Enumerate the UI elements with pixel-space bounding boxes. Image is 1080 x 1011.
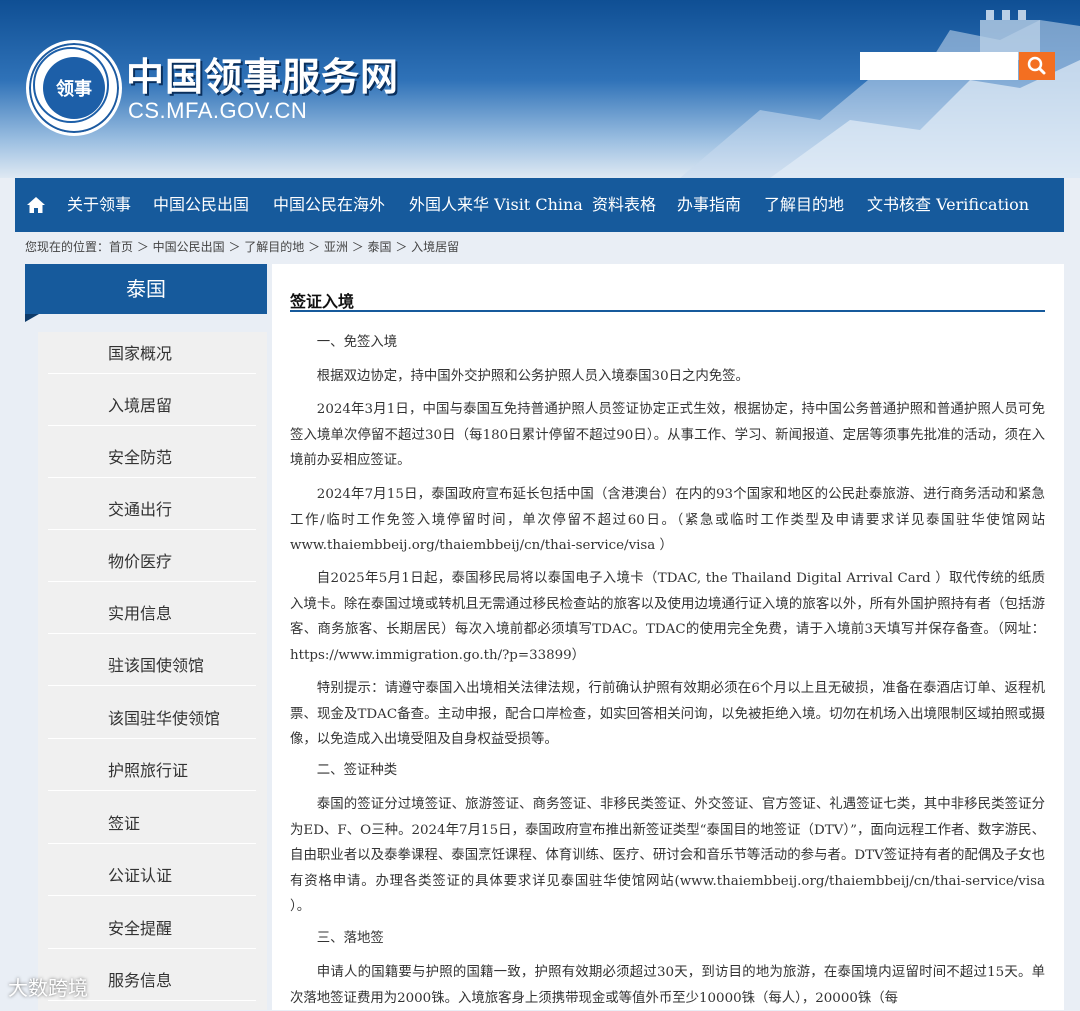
sidebar-item-prices-medical[interactable]: 物价医疗 [48,542,256,582]
great-wall-image [680,10,1080,178]
nav-item-destinations[interactable]: 了解目的地 [764,178,844,232]
paragraph: 2024年7月15日，泰国政府宣布延长包括中国（含港澳台）在内的93个国家和地区… [290,487,1045,553]
sidebar-item-embassy-in-country[interactable]: 驻该国使领馆 [48,646,256,686]
search-input[interactable] [860,52,1018,80]
sidebar-item-safety-alerts[interactable]: 安全提醒 [48,909,256,949]
sidebar-item-safety[interactable]: 安全防范 [48,438,256,478]
sidebar-item-embassy-in-china[interactable]: 该国驻华使领馆 [48,699,256,739]
paragraph: 特别提示：请遵守泰国入出境相关法律法规，行前确认护照有效期必须在6个月以上且无破… [290,681,1045,747]
nav-item-citizens-abroad-going[interactable]: 中国公民出国 [153,178,249,232]
site-title[interactable]: 中国领事服务网 [126,46,399,101]
home-icon[interactable] [27,197,45,213]
sidebar-item-useful-info[interactable]: 实用信息 [48,594,256,634]
section-heading: 一、免签入境 [316,335,398,350]
paragraph: 2024年3月1日，中国与泰国互免持普通护照人员签证协定正式生效，根据协定，持中… [290,402,1045,468]
nav-item-guide[interactable]: 办事指南 [677,178,741,232]
site-header: 领事 中国领事服务网 CS.MFA.GOV.CN [0,0,1080,178]
seal-text: 领事 [56,79,92,100]
consular-affairs-seal-logo[interactable]: 领事 [26,40,122,136]
paragraph: 根据双边协定，持中国外交护照和公务护照人员入境泰国30日之内免签。 [316,369,749,384]
nav-item-visit-china[interactable]: 外国人来华 Visit China [409,178,583,232]
sidebar-title: 泰国 [25,264,267,314]
title-divider [290,310,1045,312]
search-button[interactable] [1019,52,1055,80]
sidebar-item-notarization[interactable]: 公证认证 [48,856,256,896]
section-heading: 三、落地签 [316,931,384,946]
main-content: 签证入境 一、免签入境 根据双边协定，持中国外交护照和公务护照人员入境泰国30日… [272,264,1064,1010]
paragraph: 自2025年5月1日起，泰国移民局将以泰国电子入境卡（TDAC, the Tha… [290,571,1045,663]
section-heading: 二、签证种类 [316,763,398,778]
watermark-text: 大数跨境 [8,976,88,1000]
sidebar-item-passport[interactable]: 护照旅行证 [48,751,256,791]
nav-item-verification[interactable]: 文书核查 Verification [867,178,1029,232]
nav-item-citizens-overseas[interactable]: 中国公民在海外 [273,178,385,232]
search-icon [1027,56,1046,75]
breadcrumb[interactable]: 您现在的位置：首页 ＞ 中国公民出国 ＞ 了解目的地 ＞ 亚洲 ＞ 泰国 ＞ 入… [25,238,459,255]
site-url: CS.MFA.GOV.CN [128,98,308,123]
sidebar-menu: 国家概况 入境居留 安全防范 交通出行 物价医疗 实用信息 驻该国使领馆 该国驻… [38,332,267,1010]
sidebar-item-transport[interactable]: 交通出行 [48,490,256,530]
paragraph: 泰国的签证分过境签证、旅游签证、商务签证、非移民类签证、外交签证、官方签证、礼遇… [290,797,1045,914]
main-nav: 关于领事 中国公民出国 中国公民在海外 外国人来华 Visit China 资料… [15,178,1064,232]
nav-item-forms[interactable]: 资料表格 [592,178,656,232]
nav-item-about-consular[interactable]: 关于领事 [67,178,131,232]
page-title: 签证入境 [290,292,355,311]
paragraph: 申请人的国籍要与护照的国籍一致，护照有效期必须超过30天，到访目的地为旅游，在泰… [290,965,1045,1006]
sidebar-item-visa[interactable]: 签证 [48,804,256,844]
sidebar-item-entry-residence[interactable]: 入境居留 [48,386,256,426]
sidebar-item-country-overview[interactable]: 国家概况 [48,334,256,374]
